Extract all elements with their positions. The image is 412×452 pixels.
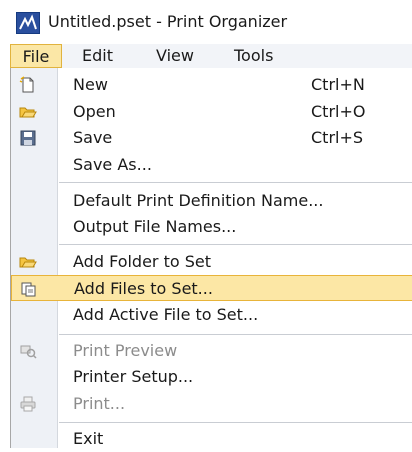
menu-separator (59, 334, 412, 335)
print-preview-icon (19, 342, 37, 360)
menu-item-label: Printer Setup... (73, 367, 194, 386)
menu-separator (59, 182, 412, 183)
add-files-icon (20, 280, 38, 298)
printer-icon (19, 395, 37, 413)
menu-item-print[interactable]: Print... (11, 391, 412, 417)
window-title: Untitled.pset - Print Organizer (48, 12, 288, 31)
menu-item-add-active-file-to-set[interactable]: Add Active File to Set... (11, 302, 412, 328)
title-bar: Untitled.pset - Print Organizer (0, 0, 412, 44)
menu-item-label: Exit (73, 429, 104, 448)
menu-item-new[interactable]: New Ctrl+N (11, 72, 412, 98)
menu-edit[interactable]: Edit (82, 44, 113, 68)
menu-separator (59, 422, 412, 423)
file-menu-dropdown: New Ctrl+N Open Ctrl+O Save Ctrl+S Save … (10, 68, 412, 448)
menu-item-label: Add Files to Set... (74, 279, 213, 298)
menu-bar: File Edit View Tools (10, 44, 412, 68)
menu-item-label: Print Preview (73, 341, 178, 360)
menu-separator (59, 244, 412, 245)
open-folder-icon (19, 103, 37, 121)
menu-item-default-print-definition-name[interactable]: Default Print Definition Name... (11, 188, 412, 214)
menu-item-label: Save (73, 128, 113, 147)
menu-item-exit[interactable]: Exit (11, 426, 412, 452)
menu-file[interactable]: File (10, 44, 62, 68)
menu-item-add-files-to-set[interactable]: Add Files to Set... (11, 275, 412, 301)
menu-item-label: Add Active File to Set... (73, 305, 259, 324)
menu-item-label: Default Print Definition Name... (73, 191, 324, 210)
menu-item-save-as[interactable]: Save As... (11, 152, 412, 178)
menu-item-label: New (73, 75, 108, 94)
shortcut-text: Ctrl+S (311, 128, 364, 147)
menu-item-label: Add Folder to Set (73, 252, 212, 271)
new-document-icon (19, 76, 37, 94)
menu-view[interactable]: View (156, 44, 194, 68)
menu-item-save[interactable]: Save Ctrl+S (11, 125, 412, 151)
add-folder-icon (19, 253, 37, 271)
shortcut-text: Ctrl+N (311, 75, 365, 94)
menu-item-label: Print... (73, 394, 126, 413)
shortcut-text: Ctrl+O (311, 102, 366, 121)
menu-item-add-folder-to-set[interactable]: Add Folder to Set (11, 249, 412, 275)
menu-item-label: Save As... (73, 155, 152, 174)
menu-tools[interactable]: Tools (234, 44, 273, 68)
menu-item-output-file-names[interactable]: Output File Names... (11, 214, 412, 240)
menu-item-print-preview[interactable]: Print Preview (11, 338, 412, 364)
print-organizer-icon (16, 12, 40, 34)
menu-item-printer-setup[interactable]: Printer Setup... (11, 364, 412, 390)
menu-item-open[interactable]: Open Ctrl+O (11, 99, 412, 125)
save-disk-icon (19, 129, 37, 147)
menu-item-label: Output File Names... (73, 217, 237, 236)
menu-item-label: Open (73, 102, 116, 121)
